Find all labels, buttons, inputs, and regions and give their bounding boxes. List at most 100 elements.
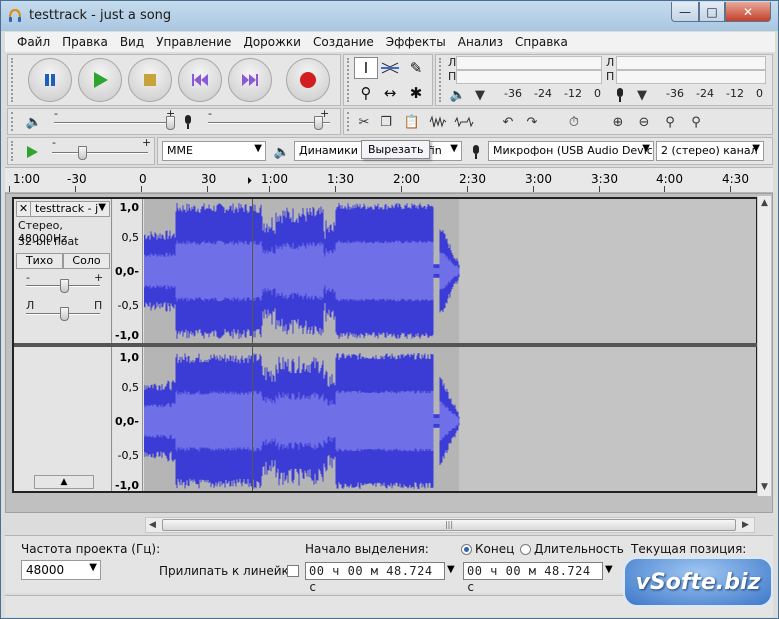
gain-slider[interactable] [60,279,69,293]
track-menu-dropdown[interactable]: ▼ [98,202,106,213]
audio-track[interactable]: ✕ testtrack - j ▼ Стерео, 48000Hz 32-bit… [12,197,760,493]
selection-start-field[interactable]: 00 ч 00 м 48.724 с [305,562,445,594]
play-meter-tick: -12 [564,87,582,100]
audacity-app-icon [9,8,21,22]
toolbar-grip[interactable] [347,112,351,131]
menu-generate[interactable]: Создание [307,35,380,49]
toolbar-grip[interactable] [347,58,351,102]
menu-edit[interactable]: Правка [56,35,114,49]
ruler-label: 4:00 [656,172,683,186]
collapse-track-button[interactable]: ▲ [34,475,94,489]
y-axis-label: 0,0- [114,415,139,428]
undo-button[interactable]: ↶ [496,111,520,133]
copy-button[interactable]: ❐ [374,111,398,133]
horizontal-scroll-thumb[interactable]: ||| [162,519,736,531]
minimize-button[interactable]: — [671,2,699,22]
toolbar-grip[interactable] [11,141,15,161]
sync-lock-button[interactable]: ⏱ [562,111,586,133]
track-name: testtrack - j [35,202,99,215]
menu-view[interactable]: Вид [114,35,150,49]
playback-meter-dropdown[interactable]: ▼ [468,84,492,106]
pan-slider[interactable] [60,307,69,321]
envelope-tool-button[interactable] [378,57,402,79]
mute-button[interactable]: Тихо [16,253,63,269]
input-channels-select[interactable]: 2 (стерео) канал ▼ [656,141,764,161]
record-meter-tick: 0 [756,87,763,100]
snap-to-label: Прилипать к линейке [159,564,297,578]
stop-button[interactable] [128,58,172,102]
project-rate-select[interactable]: 48000 ▼ [21,560,101,580]
trim-button[interactable] [426,111,450,133]
play-meter-left-label: Л [606,56,615,69]
length-radio[interactable] [520,544,531,555]
paste-button[interactable]: 📋 [400,111,424,133]
draw-tool-button[interactable]: ✎ [404,57,428,79]
track-close-button[interactable]: ✕ [17,202,31,216]
main-window: testtrack - just a song — □ ✕ Файл Правк… [0,0,779,619]
scroll-left-icon[interactable]: ◀ [149,520,156,530]
end-radio-row[interactable]: Конец [461,542,514,556]
selection-start-dropdown[interactable]: ▼ [447,564,455,575]
audio-host-select[interactable]: MME ▼ [162,141,266,161]
track-name-bar[interactable]: ✕ testtrack - j ▼ [16,201,110,217]
fit-project-button[interactable]: ⚲ [684,111,708,133]
end-radio[interactable] [461,544,472,555]
menu-analyze[interactable]: Анализ [452,35,509,49]
record-button[interactable] [286,58,330,102]
snap-to-checkbox[interactable] [287,565,299,577]
pause-button[interactable] [28,58,72,102]
silence-button[interactable] [452,111,476,133]
menu-transport[interactable]: Управление [150,35,237,49]
time-shift-tool-button[interactable]: ↔ [378,82,402,104]
menu-help[interactable]: Справка [509,35,574,49]
vertical-scrollbar[interactable]: ▲ ▼ [757,196,771,496]
end-radio-label: Конец [475,542,515,556]
toolbar-grip[interactable] [439,58,443,102]
speed-slider[interactable] [78,146,87,160]
clock-icon: ⏱ [568,114,580,130]
fit-selection-icon: ⚲ [665,114,675,130]
play-button[interactable] [78,58,122,102]
play-at-speed-button[interactable] [20,141,44,163]
menu-effects[interactable]: Эффекты [380,35,452,49]
toolbar-grip[interactable] [11,58,15,102]
solo-button[interactable]: Соло [63,253,110,269]
toolbar-grip[interactable] [11,112,15,131]
cut-button[interactable]: ✂ [352,111,376,133]
input-device-select[interactable]: Микрофон (USB Audio Device) ▼ [488,141,654,161]
maximize-button[interactable]: □ [699,2,725,22]
skip-to-start-button[interactable] [178,58,222,102]
speaker-meter-icon[interactable]: 🔈 [446,84,470,106]
input-device-value: Микрофон (USB Audio Device) [493,144,654,157]
menu-file[interactable]: Файл [11,35,56,49]
fit-selection-button[interactable]: ⚲ [658,111,682,133]
input-volume-slider[interactable] [314,116,323,130]
project-rate-value: 48000 [26,563,65,577]
i-beam-icon: I [363,59,369,77]
length-radio-row[interactable]: Длительность [520,542,624,556]
scroll-down-icon[interactable]: ▼ [761,482,768,492]
timeline-ruler[interactable]: 1:00 -30 0 30 1:00 1:30 2:00 2:30 3:00 3… [5,167,773,193]
menu-tracks[interactable]: Дорожки [237,35,307,49]
output-volume-slider[interactable] [166,116,175,130]
zoom-tool-button[interactable]: ⚲ [354,82,378,104]
selection-end-dropdown[interactable]: ▼ [605,564,613,575]
zoom-in-button[interactable]: ⊕ [606,111,630,133]
selection-tool-button[interactable]: I [354,57,378,79]
menu-bar: Файл Правка Вид Управление Дорожки Созда… [5,32,775,52]
record-meter-dropdown[interactable]: ▼ [630,84,654,106]
y-axis-label: 0,5 [121,231,140,244]
scroll-up-icon[interactable]: ▲ [761,198,768,208]
skip-to-end-button[interactable] [228,58,272,102]
redo-button[interactable]: ↷ [520,111,544,133]
edit-toolbar: ✂ ❐ 📋 ↶ ↷ ⏱ ⊕ ⊖ ⚲ ⚲ [343,108,773,135]
scroll-right-icon[interactable]: ▶ [742,520,749,530]
multi-tool-button[interactable]: ✱ [404,82,428,104]
mic-meter-icon[interactable] [608,84,632,106]
zoom-out-button[interactable]: ⊖ [632,111,656,133]
microphone-icon [617,88,623,102]
selection-end-field[interactable]: 00 ч 00 м 48.724 с [463,562,603,594]
play-icon [27,146,38,158]
close-button[interactable]: ✕ [725,2,771,22]
horizontal-scrollbar[interactable]: ◀ ||| ▶ [145,517,755,533]
